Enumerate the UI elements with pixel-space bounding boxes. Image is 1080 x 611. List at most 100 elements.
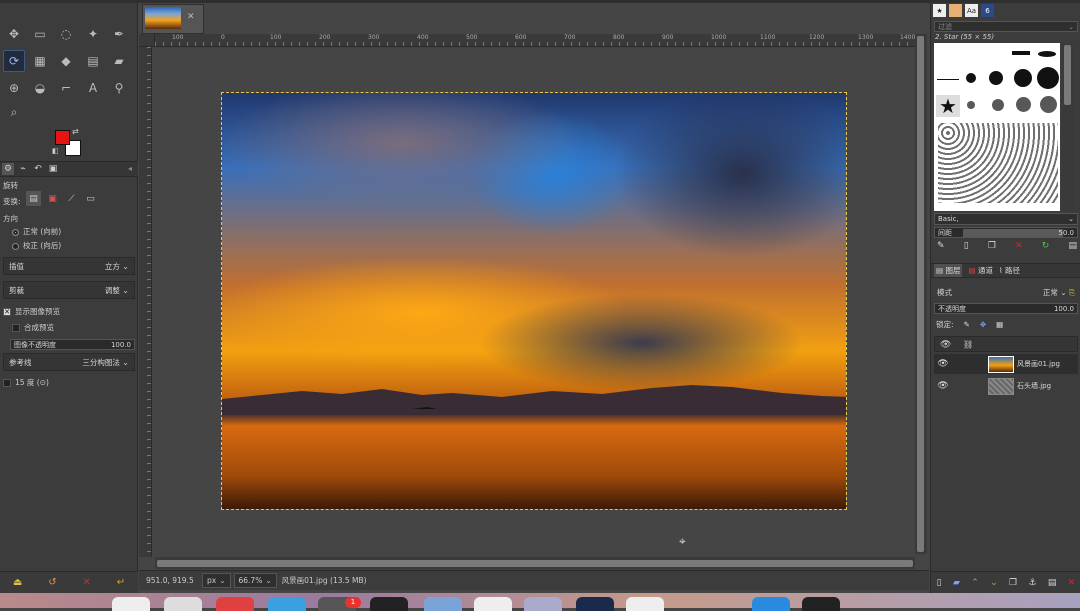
foreground-color[interactable] bbox=[55, 130, 70, 145]
reset-options-icon[interactable]: ↵ bbox=[117, 577, 125, 588]
brush-item[interactable] bbox=[1038, 51, 1056, 57]
merge-layer-icon[interactable]: ▤ bbox=[1048, 578, 1057, 588]
vertical-ruler[interactable] bbox=[139, 47, 152, 557]
interpolation-select[interactable]: 插值 立方 ⌄ bbox=[3, 257, 135, 275]
brush-item[interactable] bbox=[1012, 51, 1030, 55]
lower-layer-icon[interactable]: ⌄ bbox=[990, 578, 998, 588]
brush-item[interactable] bbox=[937, 79, 959, 80]
document-history-tab-icon[interactable]: 6 bbox=[981, 4, 994, 17]
layer-opacity-slider[interactable]: 不透明度 100.0 bbox=[934, 303, 1078, 314]
brush-spacing-slider[interactable]: 间距 50.0 bbox=[934, 227, 1078, 238]
patterns-tab-icon[interactable] bbox=[949, 4, 962, 17]
dock-app-icon[interactable] bbox=[802, 597, 840, 611]
paths-tool-icon[interactable]: ✒ bbox=[108, 23, 130, 45]
delete-brush-icon[interactable]: ✕ bbox=[1015, 241, 1023, 255]
bucket-fill-tool-icon[interactable]: ◆ bbox=[55, 50, 77, 72]
direction-normal-radio[interactable]: 正常 (向前) bbox=[12, 226, 61, 237]
swap-colors-icon[interactable]: ⇄ bbox=[72, 127, 79, 136]
rect-select-tool-icon[interactable]: ▭ bbox=[29, 23, 51, 45]
fuzzy-select-tool-icon[interactable]: ✦ bbox=[82, 23, 104, 45]
delete-preset-icon[interactable]: ✕ bbox=[82, 577, 90, 588]
unit-select[interactable]: px ⌄ bbox=[202, 573, 231, 588]
duplicate-layer-icon[interactable]: ❐ bbox=[1009, 578, 1017, 588]
angle-snap-checkbox[interactable]: 15 度 (⊙) bbox=[3, 377, 49, 388]
delete-layer-icon[interactable]: ✕ bbox=[1068, 578, 1076, 588]
brush-scrollbar[interactable] bbox=[1062, 43, 1074, 211]
zoom-tool-icon[interactable]: ⌕ bbox=[3, 101, 25, 123]
panel-menu-icon[interactable]: ◂ bbox=[128, 164, 132, 173]
image-tab[interactable]: ✕ bbox=[142, 4, 204, 34]
anchor-layer-icon[interactable]: ⚓ bbox=[1028, 578, 1036, 588]
brushes-tab-icon[interactable]: ★ bbox=[933, 4, 946, 17]
brush-item[interactable] bbox=[989, 71, 1003, 85]
duplicate-brush-icon[interactable]: ❐ bbox=[988, 241, 996, 255]
dock-app-icon[interactable] bbox=[524, 597, 562, 611]
layer-item[interactable]: 👁 风景画01.jpg bbox=[934, 354, 1078, 374]
brush-item[interactable] bbox=[992, 99, 1004, 111]
composited-preview-checkbox[interactable]: 合成预览 bbox=[12, 322, 54, 333]
brush-grid[interactable]: ★ bbox=[934, 43, 1060, 211]
fonts-tab-icon[interactable]: Aa bbox=[965, 4, 978, 17]
brush-item[interactable] bbox=[1016, 97, 1031, 112]
eye-icon[interactable]: 👁 bbox=[934, 359, 952, 369]
save-preset-icon[interactable]: ⏏ bbox=[13, 577, 22, 588]
new-layer-icon[interactable]: ▯ bbox=[937, 578, 942, 588]
new-layer-group-icon[interactable]: ▰ bbox=[953, 578, 960, 588]
dock-app-icon[interactable] bbox=[576, 597, 614, 611]
brush-item[interactable] bbox=[1040, 96, 1057, 113]
dock-app-icon[interactable] bbox=[474, 597, 512, 611]
perspective-tool-icon[interactable]: ▦ bbox=[29, 50, 51, 72]
dock-app-icon[interactable] bbox=[216, 597, 254, 611]
brush-set-select[interactable]: Basic, ⌄ bbox=[934, 213, 1078, 225]
transform-path-icon[interactable]: ⟋ bbox=[64, 191, 79, 206]
text-tool-icon[interactable]: A bbox=[82, 77, 104, 99]
restore-preset-icon[interactable]: ↺ bbox=[48, 577, 56, 588]
brush-item[interactable] bbox=[1014, 69, 1032, 87]
texture-brushes[interactable] bbox=[938, 123, 1058, 203]
dock-app-icon[interactable] bbox=[424, 597, 462, 611]
blur-tool-icon[interactable]: ◒ bbox=[29, 77, 51, 99]
tab-layers[interactable]: ▤ 图层 bbox=[934, 264, 963, 277]
vertical-scrollbar[interactable] bbox=[915, 34, 927, 554]
refresh-brushes-icon[interactable]: ↻ bbox=[1042, 241, 1050, 255]
rotate-tool-icon[interactable]: ⟳ bbox=[3, 50, 25, 72]
star-brush-item[interactable]: ★ bbox=[936, 95, 960, 117]
lock-alpha-icon[interactable]: ▦ bbox=[996, 320, 1003, 329]
dock-app-icon[interactable] bbox=[268, 597, 306, 611]
lock-position-icon[interactable]: ✥ bbox=[980, 320, 986, 329]
close-icon[interactable]: ✕ bbox=[187, 12, 195, 22]
horizontal-ruler[interactable]: 100 0 100 200 300 400 500 600 700 800 90… bbox=[155, 34, 915, 47]
undo-history-tab-icon[interactable]: ↶ bbox=[32, 163, 44, 175]
new-brush-icon[interactable]: ▯ bbox=[964, 241, 969, 255]
tab-channels[interactable]: ▤ 通道 bbox=[968, 265, 992, 276]
show-preview-checkbox[interactable]: ✕ 显示图像预览 bbox=[3, 306, 60, 317]
color-picker-tool-icon[interactable]: ⚲ bbox=[108, 77, 130, 99]
guides-select[interactable]: 参考线 三分构图法 ⌄ bbox=[3, 353, 135, 371]
open-brush-icon[interactable]: ▤ bbox=[1068, 241, 1077, 255]
zoom-select[interactable]: 66.7% ⌄ bbox=[233, 573, 277, 588]
direction-corrective-radio[interactable]: 校正 (向后) bbox=[12, 240, 61, 251]
dock-app-icon[interactable] bbox=[370, 597, 408, 611]
transform-image-icon[interactable]: ▭ bbox=[83, 191, 98, 206]
eye-icon[interactable]: 👁 bbox=[934, 381, 952, 391]
gradient-tool-icon[interactable]: ▤ bbox=[82, 50, 104, 72]
clipping-select[interactable]: 剪裁 调整 ⌄ bbox=[3, 281, 135, 299]
dock-app-icon[interactable] bbox=[626, 597, 664, 611]
tool-options-tab-icon[interactable]: ⚙ bbox=[2, 163, 14, 175]
edit-brush-icon[interactable]: ✎ bbox=[937, 241, 945, 255]
brush-item[interactable] bbox=[1037, 67, 1059, 89]
tab-paths[interactable]: ⌇ 路径 bbox=[999, 265, 1020, 276]
brush-filter-input[interactable]: 过滤 ⌄ bbox=[934, 21, 1078, 32]
mode-select[interactable]: 正常 ⌄ ⎘ bbox=[1043, 287, 1075, 298]
dock-app-icon[interactable] bbox=[164, 597, 202, 611]
canvas-image[interactable] bbox=[221, 92, 847, 510]
move-tool-icon[interactable]: ✥ bbox=[3, 23, 25, 45]
free-select-tool-icon[interactable]: ◌ bbox=[55, 23, 77, 45]
layer-item[interactable]: 👁 石头墙.jpg bbox=[934, 376, 1078, 396]
lock-pixels-icon[interactable]: ✎ bbox=[964, 320, 970, 329]
raise-layer-icon[interactable]: ⌃ bbox=[971, 578, 979, 588]
eraser-tool-icon[interactable]: ▰ bbox=[108, 50, 130, 72]
dock-app-icon[interactable] bbox=[752, 597, 790, 611]
brush-item[interactable] bbox=[967, 101, 975, 109]
transform-layer-icon[interactable]: ▤ bbox=[26, 191, 41, 206]
